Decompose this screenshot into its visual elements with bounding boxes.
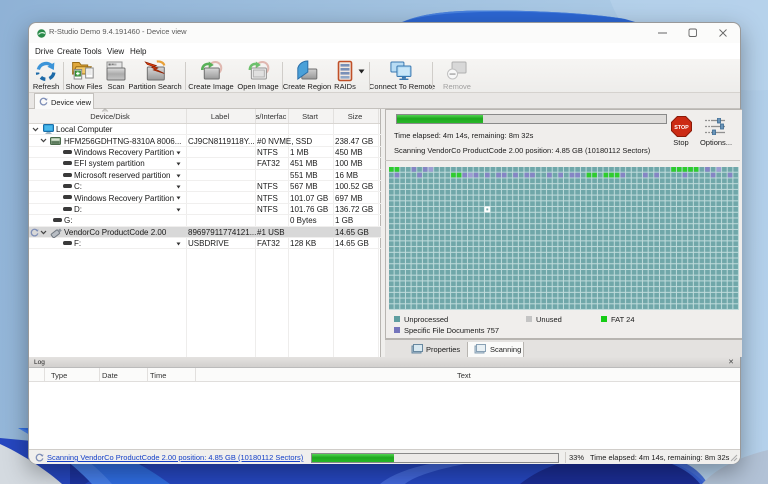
svg-text:STOP: STOP — [674, 125, 689, 131]
